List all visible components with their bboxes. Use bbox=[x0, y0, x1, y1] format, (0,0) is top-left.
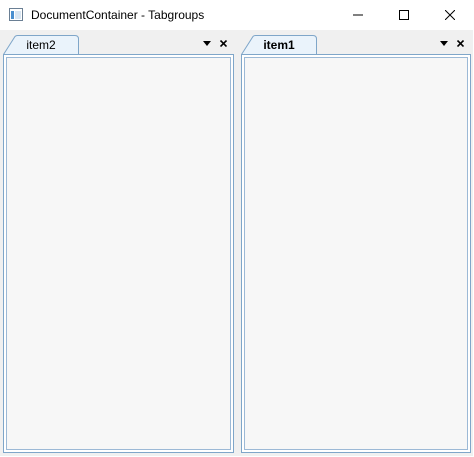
tab-strip: item2 bbox=[1, 30, 236, 55]
tab-item1[interactable]: item1 bbox=[241, 35, 317, 55]
title-bar[interactable]: DocumentContainer - Tabgroups bbox=[0, 0, 473, 30]
tab-menu-button[interactable] bbox=[202, 37, 212, 49]
tab-menu-button[interactable] bbox=[439, 37, 449, 49]
tab-group-right: item1 bbox=[239, 30, 473, 456]
app-window-icon bbox=[9, 8, 23, 21]
tab-item2[interactable]: item2 bbox=[3, 35, 79, 55]
maximize-icon bbox=[399, 10, 409, 20]
minimize-icon bbox=[353, 14, 363, 16]
close-icon bbox=[219, 39, 227, 47]
close-window-button[interactable] bbox=[427, 0, 473, 30]
dropdown-arrow-icon bbox=[203, 40, 211, 46]
close-icon bbox=[445, 10, 455, 20]
tab-strip-tools bbox=[439, 36, 465, 50]
tab-close-button[interactable] bbox=[455, 37, 465, 49]
tab-label: item1 bbox=[263, 38, 295, 52]
close-icon bbox=[456, 39, 464, 47]
dropdown-arrow-icon bbox=[440, 40, 448, 46]
tab-strip: item1 bbox=[239, 30, 473, 55]
document-content-area[interactable] bbox=[244, 57, 468, 450]
main-window: DocumentContainer - Tabgroups item2 item… bbox=[0, 0, 473, 456]
maximize-button[interactable] bbox=[381, 0, 427, 30]
tab-close-button[interactable] bbox=[218, 37, 228, 49]
tab-label: item2 bbox=[26, 38, 56, 52]
window-title: DocumentContainer - Tabgroups bbox=[31, 8, 205, 22]
document-panel bbox=[241, 54, 471, 453]
tab-strip-tools bbox=[202, 36, 228, 50]
document-content-area[interactable] bbox=[6, 57, 231, 450]
document-panel bbox=[3, 54, 234, 453]
tab-group-left: item2 bbox=[1, 30, 236, 456]
minimize-button[interactable] bbox=[335, 0, 381, 30]
